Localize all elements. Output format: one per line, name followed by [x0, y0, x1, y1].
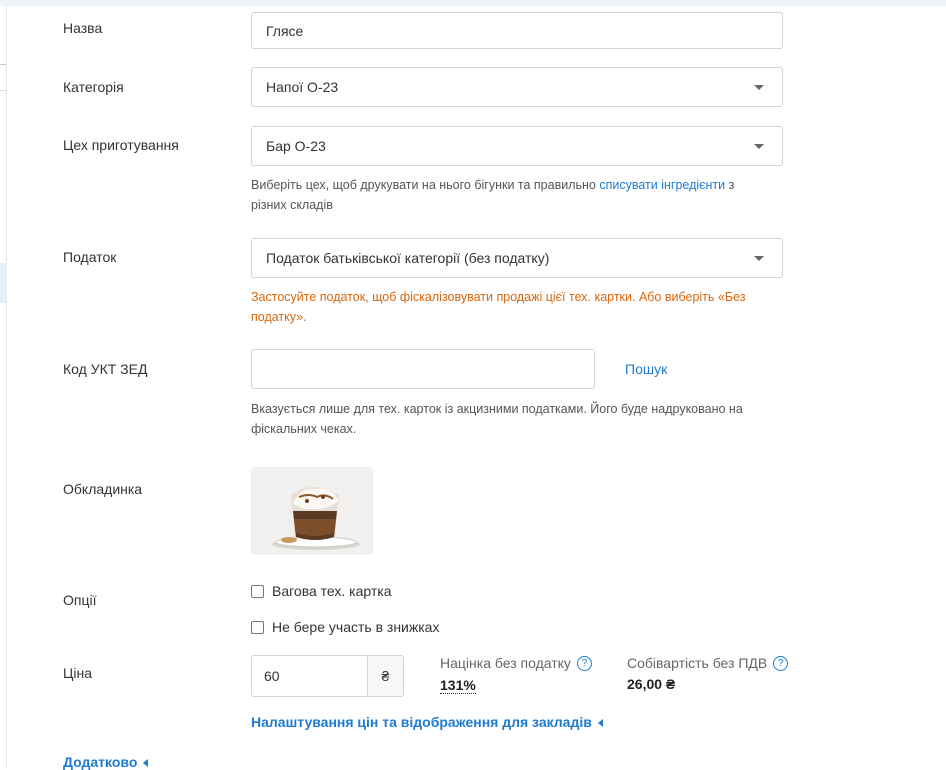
cover-image[interactable]	[251, 467, 373, 555]
caret-left-icon	[597, 719, 603, 728]
tax-warning: Застосуйте податок, щоб фіскалізовувати …	[251, 290, 746, 324]
additional-section-link[interactable]: Додатково	[63, 754, 149, 770]
cost-label-text: Собівартість без ПДВ	[627, 655, 768, 671]
no-discounts-option[interactable]: Не бере участь в знижках	[251, 619, 439, 635]
workshop-select[interactable]: Бар О-23	[251, 126, 783, 166]
category-label: Категорія	[63, 79, 124, 95]
tax-select[interactable]: Податок батьківської категорії (без пода…	[251, 238, 783, 278]
no-discounts-checkbox-label: Не бере участь в знижках	[272, 619, 440, 635]
workshop-select-value: Бар О-23	[266, 138, 326, 154]
markup-label: Націнка без податку ?	[440, 655, 592, 671]
left-sidebar-edge	[0, 6, 7, 767]
write-off-ingredients-link[interactable]: списувати інгредієнти	[599, 178, 725, 192]
price-input[interactable]: 60	[252, 656, 367, 696]
tax-label: Податок	[63, 249, 117, 265]
workshop-hint: Виберіть цех, щоб друкувати на нього біг…	[251, 175, 771, 215]
sidebar-mark	[0, 64, 6, 65]
caret-left-icon	[143, 759, 149, 768]
help-icon[interactable]: ?	[576, 655, 592, 671]
workshop-hint-text: Виберіть цех, щоб друкувати на нього біг…	[251, 178, 600, 192]
ukt-zed-input[interactable]	[251, 349, 595, 389]
additional-link-text: Додатково	[63, 754, 138, 770]
chevron-down-icon	[754, 144, 764, 149]
ukt-zed-hint: Вказується лише для тех. карток із акциз…	[251, 402, 743, 436]
ukt-zed-label: Код УКТ ЗЕД	[63, 361, 148, 377]
currency-addon: ₴	[367, 656, 403, 696]
price-label: Ціна	[63, 665, 92, 681]
markup-label-text: Націнка без податку	[440, 655, 571, 671]
ukt-zed-search-link[interactable]: Пошук	[625, 361, 667, 377]
tax-select-value: Податок батьківської категорії (без пода…	[266, 250, 550, 266]
cover-label: Обкладинка	[63, 481, 143, 497]
cost-label: Собівартість без ПДВ ?	[627, 655, 789, 671]
markup-value-text: 131%	[440, 677, 476, 694]
sidebar-active-item[interactable]	[0, 263, 7, 303]
name-label: Назва	[63, 20, 103, 36]
price-settings-link-text: Налаштування цін та відображення для зак…	[251, 714, 592, 730]
price-settings-link[interactable]: Налаштування цін та відображення для зак…	[251, 714, 603, 730]
help-icon[interactable]: ?	[773, 655, 789, 671]
name-input-value: Глясе	[266, 22, 304, 39]
weighted-checkbox-label: Вагова тех. картка	[272, 583, 392, 599]
sidebar-divider	[0, 90, 7, 91]
weighted-checkbox[interactable]	[251, 584, 264, 598]
top-bar	[0, 0, 946, 6]
markup-value: 131%	[440, 677, 476, 694]
weighted-option[interactable]: Вагова тех. картка	[251, 583, 392, 599]
price-input-value: 60	[264, 668, 280, 684]
options-label: Опції	[63, 592, 97, 608]
iced-coffee-image	[251, 467, 373, 555]
chevron-down-icon	[754, 256, 764, 261]
category-select[interactable]: Напої О-23	[251, 67, 783, 107]
category-select-value: Напої О-23	[266, 79, 339, 95]
name-input[interactable]: Глясе	[251, 12, 783, 49]
price-input-group: 60 ₴	[251, 655, 404, 697]
chevron-down-icon	[754, 85, 764, 90]
workshop-label: Цех приготування	[63, 137, 179, 153]
no-discounts-checkbox[interactable]	[251, 620, 264, 634]
cost-value: 26,00 ₴	[627, 676, 676, 692]
